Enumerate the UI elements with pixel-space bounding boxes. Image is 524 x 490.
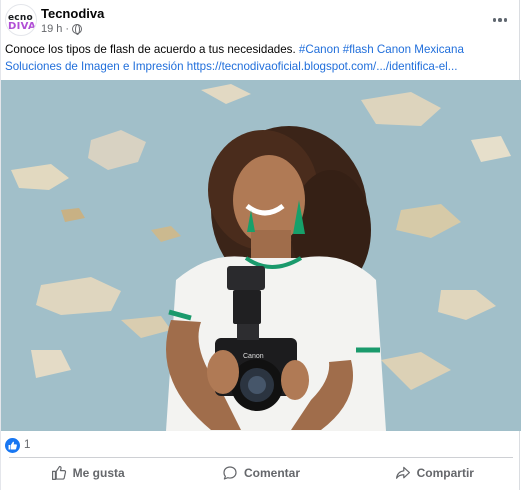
like-button[interactable]: Me gusta bbox=[1, 459, 174, 487]
comment-bubble-icon bbox=[223, 466, 237, 480]
post-card: ecno DIVA Tecnodiva 19 h · Conoce los ti… bbox=[0, 0, 521, 490]
post-time[interactable]: 19 h bbox=[41, 23, 62, 35]
camera-brand-text: Canon bbox=[243, 353, 264, 360]
dot-icon bbox=[492, 18, 497, 22]
avatar-text-bottom: DIVA bbox=[8, 21, 37, 32]
actions-divider bbox=[9, 457, 513, 458]
photo-illustration: Canon bbox=[1, 80, 521, 431]
share-button[interactable]: Compartir bbox=[348, 459, 521, 487]
comment-button[interactable]: Comentar bbox=[174, 459, 347, 487]
thumbs-up-icon bbox=[51, 465, 66, 480]
like-button-label: Me gusta bbox=[72, 466, 125, 480]
action-bar: Me gusta Comentar Compartir bbox=[1, 459, 521, 487]
post-url-link[interactable]: https://tecnodivaoficial.blogspot.com/..… bbox=[187, 60, 458, 73]
globe-icon bbox=[72, 24, 83, 35]
post-header: ecno DIVA Tecnodiva 19 h · bbox=[1, 0, 521, 40]
post-text: Conoce los tipos de flash de acuerdo a t… bbox=[5, 42, 515, 75]
dot-icon bbox=[498, 18, 502, 22]
share-arrow-icon bbox=[395, 466, 410, 479]
avatar[interactable]: ecno DIVA bbox=[5, 4, 37, 36]
comment-button-label: Comentar bbox=[243, 466, 300, 480]
post-photo[interactable]: Canon bbox=[1, 80, 521, 431]
like-reaction-icon bbox=[5, 437, 20, 453]
dot-icon bbox=[503, 18, 508, 22]
post-text-body: Conoce los tipos de flash de acuerdo a t… bbox=[5, 43, 299, 56]
reaction-summary[interactable]: 1 bbox=[5, 436, 30, 454]
page-name-link[interactable]: Tecnodiva bbox=[41, 6, 104, 21]
reaction-count: 1 bbox=[24, 439, 31, 451]
meta-separator: · bbox=[65, 23, 70, 35]
share-button-label: Compartir bbox=[416, 466, 474, 480]
more-options-button[interactable] bbox=[487, 10, 513, 30]
post-meta: 19 h · bbox=[41, 23, 83, 35]
